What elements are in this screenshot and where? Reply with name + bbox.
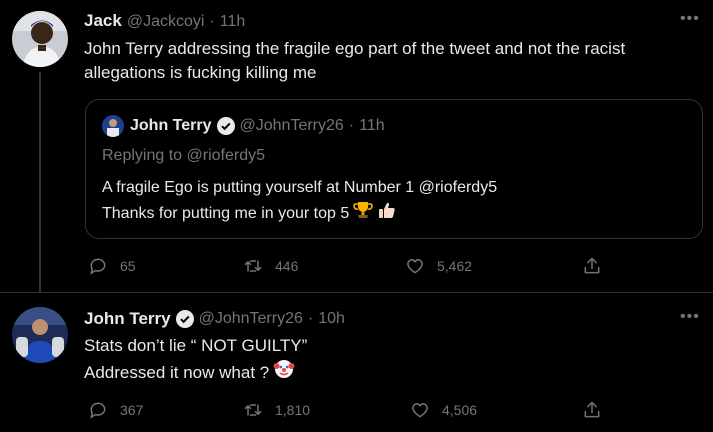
- tweet-text-line1: Stats don’t lie “ NOT GUILTY”: [84, 336, 308, 355]
- retweet-icon: [244, 260, 262, 272]
- quote-header: John Terry @JohnTerry26 · 11h: [130, 117, 385, 135]
- separator: ·: [209, 13, 215, 30]
- tweet-header: John Terry @JohnTerry26 · 10h: [84, 309, 345, 329]
- quote-text: A fragile Ego is putting yourself at Num…: [102, 176, 497, 228]
- timestamp[interactable]: 11h: [220, 13, 246, 31]
- separator: ·: [307, 310, 314, 327]
- author-name[interactable]: Jack: [84, 11, 122, 31]
- reply-icon: [90, 258, 106, 275]
- thumbs-up-icon: [377, 200, 397, 228]
- verified-icon: [216, 117, 235, 135]
- divider: [0, 292, 713, 293]
- quote-author-handle: @JohnTerry26: [239, 117, 344, 134]
- tweet-text: John Terry addressing the fragile ego pa…: [84, 37, 699, 85]
- author-handle[interactable]: @JohnTerry26: [199, 310, 303, 328]
- quote-text-line1: A fragile Ego is putting yourself at Num…: [102, 179, 498, 196]
- author-name[interactable]: John Terry: [84, 309, 171, 329]
- author-handle[interactable]: @Jackcoyi: [127, 13, 205, 31]
- reply-button[interactable]: 65: [88, 256, 136, 276]
- share-icon: [584, 401, 600, 418]
- reply-count: 367: [120, 402, 144, 418]
- more-icon[interactable]: •••: [680, 308, 700, 326]
- reply-count: 65: [120, 258, 136, 274]
- like-icon: [412, 402, 428, 418]
- retweet-icon: [244, 404, 262, 416]
- like-count: 4,506: [442, 402, 478, 418]
- tweet-text: Stats don’t lie “ NOT GUILTY” Addressed …: [84, 334, 699, 387]
- more-icon[interactable]: •••: [680, 10, 700, 28]
- avatar[interactable]: [12, 307, 68, 363]
- quoted-tweet[interactable]: John Terry @JohnTerry26 · 11h Replying t…: [85, 99, 703, 239]
- quote-avatar: [102, 115, 124, 137]
- tweet-header: Jack @Jackcoyi · 11h: [84, 11, 245, 31]
- retweet-count: 446: [275, 258, 299, 274]
- like-count: 5,462: [437, 258, 473, 274]
- replying-to: Replying to @rioferdy5: [102, 147, 265, 165]
- retweet-button[interactable]: 446: [243, 256, 298, 276]
- clown-icon: [273, 358, 295, 387]
- reply-button[interactable]: 367: [88, 400, 143, 420]
- verified-icon: [175, 310, 194, 328]
- retweet-count: 1,810: [275, 402, 311, 418]
- quote-author-name: John Terry: [130, 117, 212, 134]
- thread-line: [39, 72, 41, 292]
- trophy-icon: [353, 200, 373, 228]
- tweet-text-line2: Addressed it now what ?: [84, 362, 270, 382]
- share-button[interactable]: [582, 400, 602, 420]
- retweet-button[interactable]: 1,810: [243, 400, 310, 420]
- quote-text-line2: Thanks for putting me in your top 5: [102, 205, 350, 222]
- tweet-text-line1: John Terry addressing the fragile ego pa…: [84, 39, 626, 58]
- avatar[interactable]: [12, 11, 68, 67]
- reply-icon: [90, 402, 106, 419]
- replying-label: Replying to: [102, 147, 183, 164]
- share-icon: [584, 257, 600, 274]
- timestamp[interactable]: 10h: [318, 310, 345, 328]
- like-button[interactable]: 5,462: [405, 256, 472, 276]
- replying-handle: @rioferdy5: [186, 147, 266, 164]
- like-button[interactable]: 4,506: [410, 400, 477, 420]
- share-button[interactable]: [582, 256, 602, 276]
- quote-timestamp: 11h: [359, 117, 385, 134]
- like-icon: [407, 258, 423, 274]
- separator: ·: [348, 117, 355, 134]
- tweet-text-line2: allegations is fucking killing me: [84, 63, 317, 82]
